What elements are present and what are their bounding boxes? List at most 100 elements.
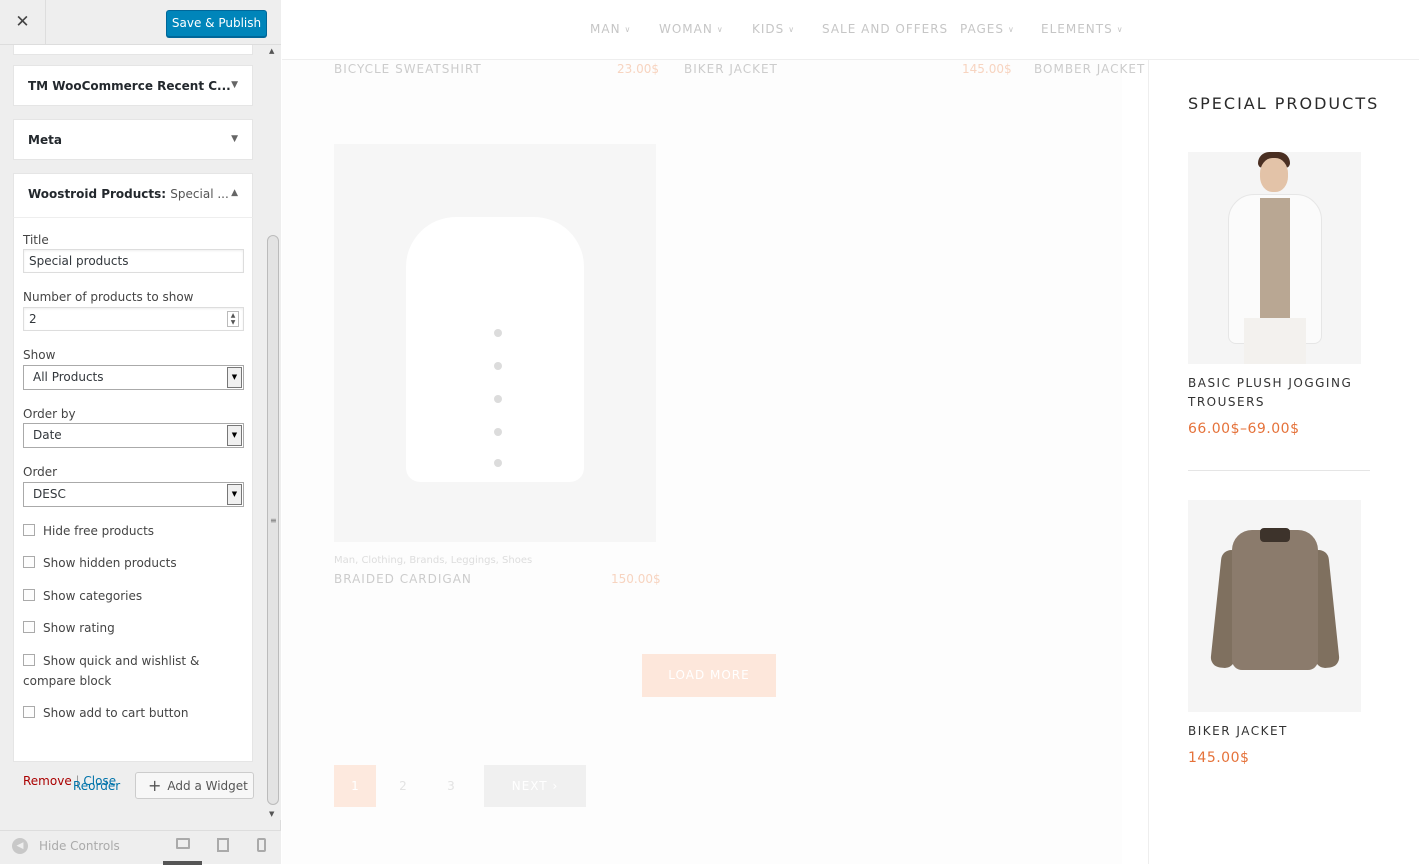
reorder-link[interactable]: Reorder [73,779,120,793]
tablet-preview-icon[interactable] [217,838,229,852]
checkbox-show-categories[interactable]: Show categories [23,586,248,606]
scroll-thumb[interactable]: ≡ [267,235,279,805]
count-value: 2 [29,312,37,326]
widget-title-sub: Special ... [170,187,229,201]
product-name[interactable]: BRAIDED CARDIGAN [334,572,472,586]
product-image-cardigan[interactable] [334,144,656,542]
checkbox-label: Show rating [43,621,115,635]
divider [1188,470,1370,471]
scroll-down-icon[interactable]: ▼ [269,810,274,818]
spinner-arrows-icon[interactable]: ▲ ▼ [227,311,239,327]
widget-title: SPECIAL PRODUCTS [1188,94,1380,113]
checkbox-hide-free[interactable]: Hide free products [23,521,248,541]
dropdown-arrow-icon[interactable]: ▼ [227,484,242,505]
checkbox[interactable] [23,706,35,718]
nav-item-man[interactable]: MAN ∨ [590,22,631,36]
chevron-down-icon: ∨ [624,25,632,34]
sidebar-scrollbar[interactable]: ▲ ≡ ▼ [266,45,281,820]
chevron-down-icon: ∨ [1116,25,1124,34]
widget-recent-comments[interactable]: TM WooCommerce Recent C... ▼ [13,65,253,106]
product-price: 145.00$ [962,62,1012,76]
checkbox[interactable] [23,524,35,536]
remove-link[interactable]: Remove [23,774,72,788]
dropdown-arrow-icon[interactable]: ▼ [227,425,242,446]
order-selected: DESC [33,487,66,501]
title-label: Title [23,233,49,247]
checkbox-show-add-to-cart[interactable]: Show add to cart button [23,703,248,723]
checkbox-show-hidden[interactable]: Show hidden products [23,553,248,573]
order-label: Order [23,465,58,479]
checkbox-label: Show categories [43,589,143,603]
show-select[interactable]: All Products ▼ [23,365,244,390]
order-select[interactable]: DESC ▼ [23,482,244,507]
widget-woostroid-products[interactable]: Woostroid Products: Special ... ▲ [13,173,253,218]
product-name[interactable]: BOMBER JACKET [1034,62,1145,76]
add-widget-button[interactable]: + Add a Widget [135,772,254,799]
hide-controls-label[interactable]: Hide Controls [39,839,120,853]
mobile-preview-icon[interactable] [257,838,266,852]
model-shirt [1260,198,1290,318]
next-page-button[interactable]: NEXT › [484,765,586,807]
nav-item-kids[interactable]: KIDS ∨ [752,22,795,36]
nav-item-pages[interactable]: PAGES ∨ [960,22,1015,36]
page-1-button[interactable]: 1 [334,765,376,807]
widget-title: Meta [28,133,62,147]
title-input[interactable]: Special products [23,249,244,273]
active-device-indicator [163,861,202,865]
customizer-sidebar: ✕ Save & Publish TM WooCommerce Recent C… [0,0,281,865]
product-categories[interactable]: Man, Clothing, Brands, Leggings, Shoes [334,555,532,566]
checkbox-label: Show add to cart button [43,706,189,720]
save-publish-button[interactable]: Save & Publish [166,10,267,37]
checkbox-show-quick-wishlist[interactable]: Show quick and wishlist & compare block [23,651,248,691]
load-more-button[interactable]: LOAD MORE [642,654,776,697]
widget-previous-bottom [13,45,253,55]
product-name[interactable]: BASIC PLUSH JOGGING TROUSERS [1188,374,1373,412]
page-2-button[interactable]: 2 [382,765,424,807]
jacket-body [1232,530,1318,670]
site-preview: MAN ∨ WOMAN ∨ KIDS ∨ SALE AND OFFERS PAGES ∨… [282,0,1419,864]
page-3-button[interactable]: 3 [430,765,472,807]
dropdown-arrow-icon[interactable]: ▼ [227,367,242,388]
scroll-grip-icon: ≡ [270,516,277,525]
customizer-footer: ◀ Hide Controls [0,830,281,865]
close-customizer-button[interactable]: ✕ [0,0,46,45]
customizer-header: ✕ Save & Publish [0,0,281,45]
expand-arrow-icon[interactable]: ▼ [231,80,238,90]
count-input[interactable]: 2 ▲ ▼ [23,307,244,331]
jacket-collar [1260,528,1290,542]
hide-controls-icon[interactable]: ◀ [12,838,28,854]
main-nav: MAN ∨ WOMAN ∨ KIDS ∨ SALE AND OFFERS PAGES ∨… [282,0,1419,60]
product-image-biker-jacket[interactable] [1188,500,1361,712]
product-image-trousers[interactable] [1188,152,1361,364]
product-price: 145.00$ [1188,750,1250,766]
model-head [1260,158,1288,192]
product-name[interactable]: BIKER JACKET [1188,722,1373,741]
nav-item-woman[interactable]: WOMAN ∨ [659,22,724,36]
product-name[interactable]: BIKER JACKET [684,62,778,76]
product-price: 150.00$ [611,572,661,586]
show-selected: All Products [33,370,104,384]
product-name[interactable]: BICYCLE SWEATSHIRT [334,62,482,76]
checkbox[interactable] [23,556,35,568]
widget-title-main: Woostroid Products: [28,187,167,201]
show-label: Show [23,348,56,362]
nav-item-sale[interactable]: SALE AND OFFERS [822,22,948,36]
widget-form: Title Special products Number of product… [13,217,253,788]
orderby-label: Order by [23,407,76,421]
checkbox[interactable] [23,589,35,601]
count-label: Number of products to show [23,290,194,304]
checkbox[interactable] [23,621,35,633]
cardigan-illustration [406,217,584,482]
product-grid: BICYCLE SWEATSHIRT 23.00$ BIKER JACKET 1… [282,60,1144,864]
checkbox-label: Show quick and wishlist & compare block [23,654,200,688]
collapse-arrow-icon[interactable]: ▲ [231,188,238,198]
widget-meta[interactable]: Meta ▼ [13,119,253,160]
nav-item-elements[interactable]: ELEMENTS ∨ [1041,22,1124,36]
orderby-select[interactable]: Date ▼ [23,423,244,448]
checkbox-show-rating[interactable]: Show rating [23,618,248,638]
desktop-preview-icon[interactable] [176,838,190,849]
scroll-up-icon[interactable]: ▲ [269,47,274,55]
chevron-down-icon: ∨ [716,25,724,34]
checkbox[interactable] [23,654,35,666]
expand-arrow-icon[interactable]: ▼ [231,134,238,144]
